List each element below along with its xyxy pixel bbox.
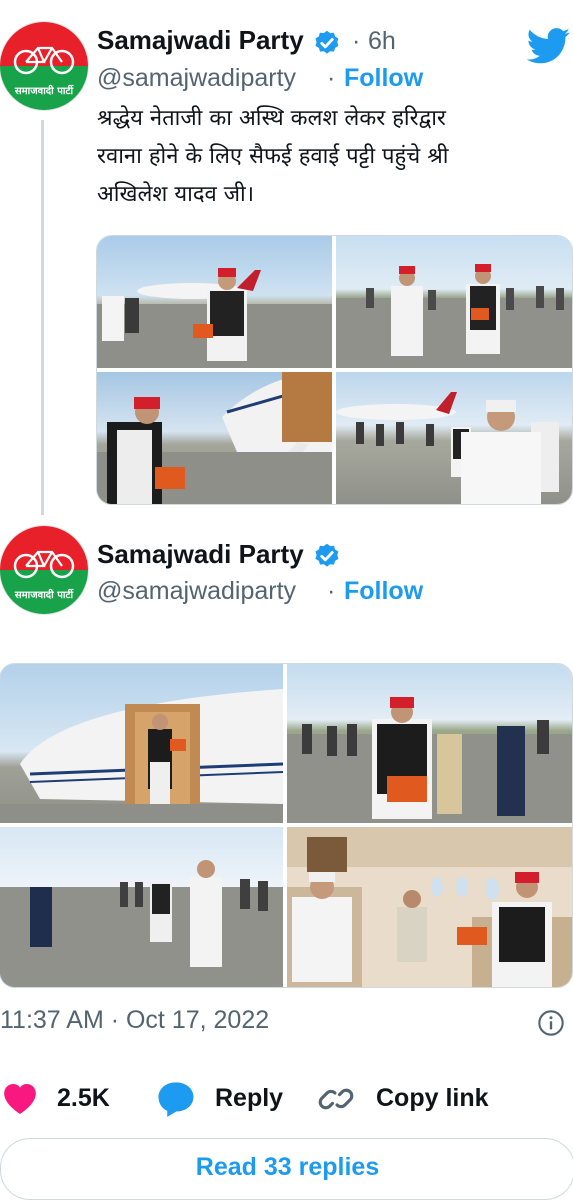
photo[interactable] <box>97 236 332 368</box>
separator: · <box>327 64 336 92</box>
author-name[interactable]: Samajwadi Party <box>97 539 304 570</box>
verified-badge-icon <box>315 30 339 54</box>
bicycle-logo-icon <box>13 46 75 75</box>
avatar-label: समाजवादी पार्टी <box>14 590 74 601</box>
tweet-timestamp[interactable]: 11:37 AM · Oct 17, 2022 <box>0 1006 269 1035</box>
separator: · <box>327 577 336 605</box>
photo[interactable] <box>336 236 572 368</box>
photo[interactable] <box>97 372 332 504</box>
tweet-text-line: श्रद्धेय नेताजी का अस्थि कलश लेकर हरिद्व… <box>97 106 446 131</box>
tweet-text-line: रवाना होने के लिए सैफई हवाई पट्टी पहुंचे… <box>97 144 449 169</box>
author-handle[interactable]: @samajwadiparty <box>97 577 296 606</box>
twitter-bird-icon[interactable] <box>527 28 571 64</box>
reply-button[interactable]: Reply <box>215 1084 283 1113</box>
reply-icon[interactable] <box>154 1078 198 1120</box>
photo[interactable] <box>0 664 283 823</box>
separator: · <box>352 27 361 55</box>
like-count[interactable]: 2.5K <box>57 1084 110 1113</box>
photo[interactable] <box>287 664 572 823</box>
tweet-text: श्रद्धेय नेताजी का अस्थि कलश लेकर हरिद्व… <box>97 100 567 214</box>
photo[interactable] <box>336 372 572 504</box>
follow-button[interactable]: Follow <box>344 577 423 606</box>
bicycle-logo-icon <box>13 550 75 579</box>
photo[interactable] <box>0 827 283 987</box>
author-handle[interactable]: @samajwadiparty <box>97 64 296 93</box>
info-icon[interactable] <box>537 1009 565 1037</box>
media-grid <box>96 235 573 505</box>
avatar[interactable]: समाजवादी पार्टी <box>0 22 88 110</box>
copy-link-button[interactable]: Copy link <box>376 1084 489 1113</box>
tweet-time[interactable]: 6h <box>368 27 396 56</box>
read-replies-label: Read 33 replies <box>195 1153 380 1181</box>
author-name[interactable]: Samajwadi Party <box>97 25 304 56</box>
avatar[interactable]: समाजवादी पार्टी <box>0 526 88 614</box>
thread-connector-line <box>41 120 44 515</box>
tweet-text-line: अखिलेश यादव जी। <box>97 182 255 207</box>
media-grid <box>0 663 573 988</box>
follow-button[interactable]: Follow <box>344 64 423 93</box>
photo[interactable] <box>287 827 572 987</box>
verified-badge-icon <box>315 543 339 567</box>
heart-icon[interactable] <box>0 1078 40 1118</box>
avatar-label: समाजवादी पार्टी <box>14 86 74 97</box>
read-replies-button[interactable]: Read 33 replies <box>0 1138 573 1200</box>
link-icon[interactable] <box>315 1078 357 1120</box>
